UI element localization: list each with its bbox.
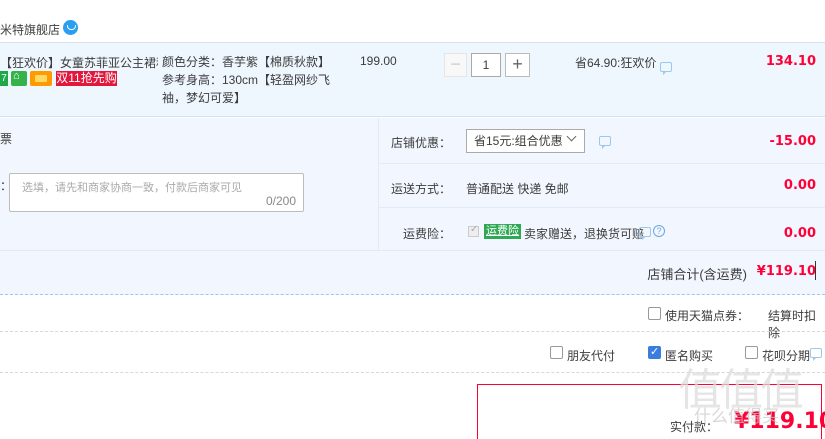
text-cursor bbox=[815, 261, 816, 280]
credit-card-icon bbox=[30, 71, 52, 86]
shipping-method: 普通配送 快递 免邮 bbox=[466, 182, 569, 196]
insurance-comment-icon[interactable] bbox=[639, 227, 651, 240]
coupon-checkbox[interactable] bbox=[648, 307, 661, 320]
shipping-label: 运送方式： bbox=[390, 182, 451, 196]
item-color-attr: 颜色分类：香芋紫【棉质秋款】 bbox=[162, 55, 331, 69]
watermark-text: 什么值得买 bbox=[694, 407, 779, 427]
unit-price: 199.00 bbox=[360, 54, 397, 68]
qty-minus-button[interactable]: − bbox=[444, 53, 467, 77]
insurance-value: 0.00 bbox=[783, 226, 816, 241]
item-discount: 省64.90:狂欢价 bbox=[575, 56, 657, 70]
order-item-row: 【狂欢价】女童苏菲亚公主裙秋... 7 双11抢先购 颜色分类：香芋紫【棉质秋款… bbox=[0, 42, 825, 117]
item-size-attr-line2: 袖，梦幻可爱】 bbox=[162, 91, 247, 105]
insurance-label: 运费险： bbox=[402, 227, 451, 241]
insurance-badge[interactable]: 运费险 bbox=[484, 224, 521, 239]
friend-pay-label[interactable]: 朋友代付 bbox=[567, 347, 615, 364]
home-service-icon bbox=[11, 70, 27, 86]
divider bbox=[0, 331, 825, 332]
discount-comment-icon[interactable] bbox=[660, 62, 672, 75]
service-7day-icon: 7 bbox=[0, 71, 8, 86]
insurance-text: 卖家赠送，退换货可赔 bbox=[524, 227, 645, 241]
divider bbox=[378, 207, 825, 208]
shop-header: 安米特旗舰店 bbox=[0, 0, 825, 42]
shop-name[interactable]: 安米特旗舰店 bbox=[0, 21, 60, 38]
invoice-label: 票 bbox=[0, 132, 13, 146]
qty-plus-button[interactable]: + bbox=[505, 53, 530, 77]
shop-total-label: 店铺合计(含运费) bbox=[647, 267, 747, 282]
discount-comment-icon[interactable] bbox=[599, 136, 611, 149]
shop-total-value: ¥119.10 bbox=[756, 264, 816, 279]
item-size-attr-line1: 参考身高：130cm【轻盈网纱飞 bbox=[162, 73, 331, 87]
shop-discount-value: -15.00 bbox=[769, 134, 816, 149]
friend-pay-checkbox[interactable] bbox=[550, 346, 563, 359]
divider bbox=[378, 163, 825, 164]
insurance-checkbox bbox=[468, 224, 479, 237]
wangwang-chat-icon[interactable] bbox=[63, 20, 78, 35]
message-placeholder: 选填，请先和商家协商一致，付款后商家可见 bbox=[22, 182, 242, 194]
buyer-message-field[interactable]: 选填，请先和商家协商一致，付款后商家可见 0/200 bbox=[9, 173, 304, 212]
huabei-comment-icon[interactable] bbox=[810, 348, 822, 361]
qty-input[interactable]: 1 bbox=[471, 53, 501, 77]
item-title[interactable]: 【狂欢价】女童苏菲亚公主裙秋... bbox=[0, 54, 158, 71]
shop-discount-select[interactable]: 省15元:组合优惠 bbox=[466, 129, 585, 153]
item-subtotal: 134.10 bbox=[765, 54, 816, 69]
double11-badge: 双11抢先购 bbox=[56, 71, 117, 86]
coupon-label: 使用天猫点券： bbox=[665, 309, 750, 323]
help-icon[interactable]: ? bbox=[653, 225, 665, 237]
message-char-count: 0/200 bbox=[265, 194, 296, 208]
anonymous-checkbox[interactable] bbox=[648, 345, 661, 359]
shop-discount-label: 店铺优惠： bbox=[390, 136, 451, 150]
shipping-fee: 0.00 bbox=[783, 178, 816, 193]
coupon-note: 结算时扣除 bbox=[768, 309, 817, 340]
